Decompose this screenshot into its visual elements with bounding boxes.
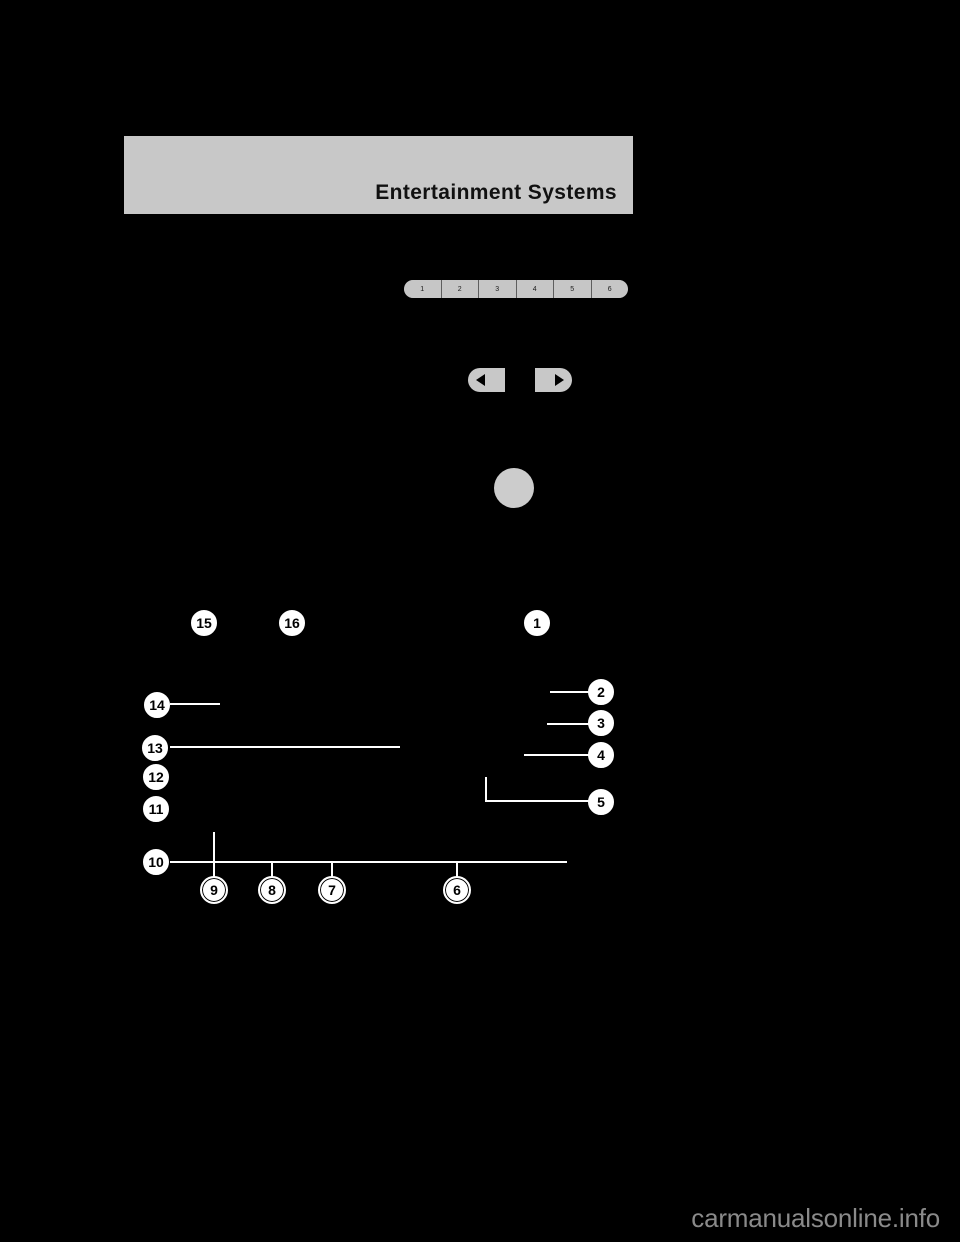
preset-button-5[interactable]: 5: [554, 280, 592, 298]
callout-8[interactable]: 8: [258, 876, 286, 904]
callout-1[interactable]: 1: [524, 610, 550, 636]
callout-12[interactable]: 12: [143, 764, 169, 790]
seek-previous-button[interactable]: [468, 368, 505, 392]
triangle-right-icon: [555, 374, 564, 386]
callout-4[interactable]: 4: [588, 742, 614, 768]
callout-2[interactable]: 2: [588, 679, 614, 705]
callout-11[interactable]: 11: [143, 796, 169, 822]
leader-line-5-horizontal: [485, 800, 600, 802]
site-watermark: carmanualsonline.info: [691, 1203, 940, 1233]
leader-line-5-vertical: [485, 777, 487, 802]
radio-preset-buttons[interactable]: 1 2 3 4 5 6: [404, 280, 628, 298]
preset-button-2[interactable]: 2: [441, 280, 479, 298]
callout-6[interactable]: 6: [443, 876, 471, 904]
leader-line-10-spine: [170, 861, 567, 863]
callout-7[interactable]: 7: [318, 876, 346, 904]
preset-button-3[interactable]: 3: [479, 280, 517, 298]
leader-line-13: [170, 746, 400, 748]
volume-knob[interactable]: [494, 468, 534, 508]
page-title: Entertainment Systems: [375, 181, 617, 204]
callout-5[interactable]: 5: [588, 789, 614, 815]
leader-line-9: [213, 832, 215, 880]
header-banner: Entertainment Systems: [124, 136, 633, 214]
callout-15[interactable]: 15: [191, 610, 217, 636]
seek-next-button[interactable]: [535, 368, 572, 392]
preset-button-1[interactable]: 1: [404, 280, 442, 298]
leader-line-14: [170, 703, 220, 705]
callout-3[interactable]: 3: [588, 710, 614, 736]
callout-16[interactable]: 16: [279, 610, 305, 636]
callout-9[interactable]: 9: [200, 876, 228, 904]
preset-button-4[interactable]: 4: [516, 280, 554, 298]
preset-button-6[interactable]: 6: [591, 280, 628, 298]
triangle-left-icon: [476, 374, 485, 386]
callout-14[interactable]: 14: [144, 692, 170, 718]
callout-13[interactable]: 13: [142, 735, 168, 761]
callout-10[interactable]: 10: [143, 849, 169, 875]
